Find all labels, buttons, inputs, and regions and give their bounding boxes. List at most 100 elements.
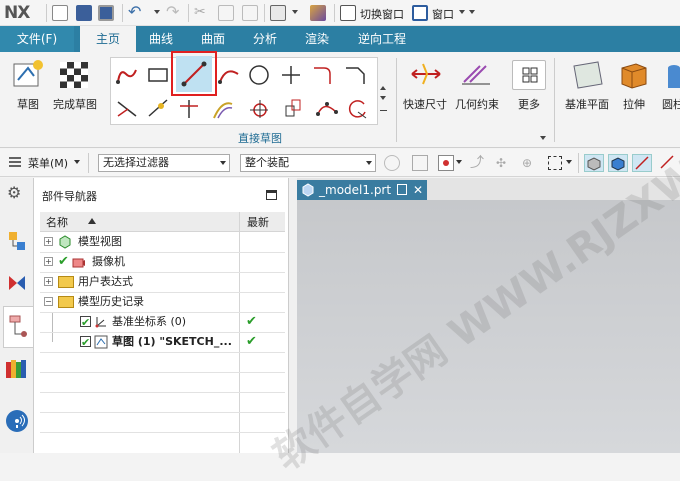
datum-plane-icon[interactable] xyxy=(568,58,608,90)
window-dropdown-icon[interactable] xyxy=(459,10,465,14)
undo-icon[interactable]: ↶ xyxy=(128,4,144,21)
snap-mid-icon[interactable]: ✣ xyxy=(496,155,512,171)
tab-render[interactable]: 渲染 xyxy=(294,26,340,52)
offset-curve-icon[interactable] xyxy=(210,96,236,122)
arc-tool-icon[interactable] xyxy=(216,62,242,88)
snap-center-icon[interactable]: ⊕ xyxy=(522,155,538,171)
cylinder-icon[interactable] xyxy=(664,62,680,92)
switch-window-button[interactable]: 切换窗口 xyxy=(360,6,404,22)
type-filter-select[interactable]: 无选择过滤器 xyxy=(98,154,230,172)
snap-point-icon[interactable] xyxy=(384,155,400,171)
checkbox[interactable]: ✔ xyxy=(80,336,91,349)
profile-tool-icon[interactable] xyxy=(114,62,140,88)
tab-reverse-engineering[interactable]: 逆向工程 xyxy=(346,26,418,52)
menu-icon[interactable] xyxy=(8,156,22,168)
extrude-icon[interactable] xyxy=(616,58,656,90)
switch-window-icon[interactable] xyxy=(340,5,356,21)
geometric-constraint-button[interactable]: 几何约束 xyxy=(450,96,504,112)
repeat-dropdown-icon[interactable] xyxy=(292,10,298,14)
cylinder-button[interactable]: 圆柱 xyxy=(662,96,680,112)
point-dropdown-icon[interactable] xyxy=(456,160,462,164)
file-menu-tab[interactable]: 文件(F) xyxy=(0,26,74,52)
expand-icon[interactable]: + xyxy=(44,257,53,266)
sketch-button[interactable]: 草图 xyxy=(10,96,46,112)
paste-icon[interactable] xyxy=(242,5,258,21)
tab-home[interactable]: 主页 xyxy=(80,26,136,52)
new-file-icon[interactable] xyxy=(52,5,68,21)
document-tab[interactable]: _model1.prt ✕ xyxy=(297,180,427,200)
tree-row[interactable]: − 模型历史记录 xyxy=(40,292,285,312)
info-feed-icon[interactable] xyxy=(6,410,28,432)
constraint-navigator-icon[interactable] xyxy=(7,272,27,294)
tree-row[interactable]: ✔ 基准坐标系 (0) ✔ xyxy=(40,312,285,332)
modified-icon[interactable] xyxy=(397,184,407,195)
column-header-latest[interactable]: 最新 xyxy=(247,214,269,230)
save-all-icon[interactable] xyxy=(98,5,114,21)
ribbon-group-dropdown-icon[interactable] xyxy=(540,136,546,140)
visible-check-icon[interactable]: ✔ xyxy=(58,252,69,272)
pattern-curve-icon[interactable] xyxy=(246,96,272,122)
geometric-constraint-icon[interactable] xyxy=(456,58,496,90)
tree-row[interactable]: ✔ 草图 (1) "SKETCH_... ✔ xyxy=(40,332,285,352)
menu-dropdown-icon[interactable] xyxy=(74,160,80,164)
chamfer-tool-icon[interactable] xyxy=(342,62,368,88)
studio-spline-icon[interactable] xyxy=(314,96,340,122)
menu-button[interactable]: 菜单(M) xyxy=(28,155,68,171)
more-button[interactable]: 更多 xyxy=(512,96,546,112)
tab-surface[interactable]: 曲面 xyxy=(190,26,236,52)
gallery-scroll-down-icon[interactable] xyxy=(380,96,386,100)
undo-dropdown-icon[interactable] xyxy=(154,10,160,14)
tree-row[interactable]: + ✔ 摄像机 xyxy=(40,252,285,272)
select-all-icon[interactable] xyxy=(412,155,428,171)
window-menu-button[interactable]: 窗口 xyxy=(432,6,454,22)
collapse-icon[interactable]: − xyxy=(44,297,53,306)
assembly-navigator-icon[interactable] xyxy=(7,230,27,252)
finish-sketch-button[interactable]: 完成草图 xyxy=(48,96,102,112)
redo-icon[interactable]: ↷ xyxy=(166,4,182,21)
selection-scope-select[interactable]: 整个装配 xyxy=(240,154,376,172)
polygon-tool-icon[interactable] xyxy=(344,96,370,122)
tree-row[interactable]: + 用户表达式 xyxy=(40,272,285,292)
gallery-scroll-up-icon[interactable] xyxy=(380,86,386,90)
fillet-tool-icon[interactable] xyxy=(310,62,336,88)
circle-tool-icon[interactable] xyxy=(246,62,272,88)
point-tool-icon[interactable] xyxy=(278,62,304,88)
quick-dimension-icon[interactable] xyxy=(406,58,446,90)
expand-icon[interactable]: + xyxy=(44,237,53,246)
wireframe-view-icon[interactable] xyxy=(608,154,628,172)
cut-icon[interactable]: ✂ xyxy=(194,5,210,21)
gear-icon[interactable]: ⚙ xyxy=(7,183,21,202)
quick-dimension-button[interactable]: 快速尺寸 xyxy=(398,96,452,112)
point-dialog-icon[interactable] xyxy=(438,155,454,171)
save-icon[interactable] xyxy=(76,5,92,21)
repeat-command-icon[interactable] xyxy=(270,5,286,21)
tab-curve[interactable]: 曲线 xyxy=(138,26,184,52)
mirror-curve-icon[interactable] xyxy=(280,96,306,122)
customize-dropdown-icon[interactable] xyxy=(469,10,475,14)
more-icon[interactable] xyxy=(512,60,546,90)
tree-row[interactable]: + 模型视图 xyxy=(40,232,285,252)
window-icon[interactable] xyxy=(412,5,428,21)
expand-icon[interactable]: + xyxy=(44,277,53,286)
sketch-icon[interactable] xyxy=(10,58,50,90)
copy-icon[interactable] xyxy=(218,5,234,21)
close-icon[interactable]: ✕ xyxy=(413,180,423,200)
select-mode-dropdown-icon[interactable] xyxy=(566,160,572,164)
shaded-view-icon[interactable] xyxy=(584,154,604,172)
extrude-button[interactable]: 拉伸 xyxy=(614,96,654,112)
gallery-expand-icon[interactable] xyxy=(380,110,387,111)
rectangle-tool-icon[interactable] xyxy=(145,62,171,88)
quick-extend-icon[interactable] xyxy=(145,96,171,122)
make-corner-icon[interactable] xyxy=(176,96,202,122)
sort-ascending-icon[interactable] xyxy=(88,218,96,224)
column-header-name[interactable]: 名称 xyxy=(46,214,68,230)
quick-trim-icon[interactable] xyxy=(114,96,140,122)
checkbox[interactable]: ✔ xyxy=(80,316,91,329)
snap-end-icon[interactable]: ⤴ xyxy=(470,155,486,171)
reuse-library-icon[interactable] xyxy=(5,358,29,380)
tab-analysis[interactable]: 分析 xyxy=(242,26,288,52)
rectangle-select-icon[interactable] xyxy=(548,156,562,170)
touch-mode-icon[interactable] xyxy=(310,5,326,21)
maximize-icon[interactable] xyxy=(266,190,277,200)
datum-plane-button[interactable]: 基准平面 xyxy=(560,96,614,112)
